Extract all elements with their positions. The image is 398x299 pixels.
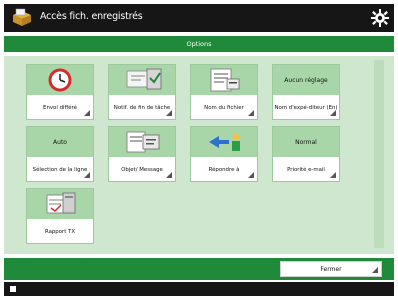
corner-mark-icon: [372, 267, 378, 273]
options-grid: Envoi différé Notif. de fin de tâche Nom…: [16, 56, 376, 254]
more-indicator-icon: [84, 172, 90, 178]
option-job-done-notice[interactable]: Notif. de fin de tâche: [108, 64, 176, 120]
file-box-icon: [13, 8, 31, 26]
option-subject-message[interactable]: Objet/ Message: [108, 126, 176, 182]
option-delayed-send[interactable]: Envoi différé: [26, 64, 94, 120]
title-bar: Accès fich. enregistrés: [4, 4, 394, 32]
notification-icon: [126, 68, 162, 90]
gear-icon[interactable]: [370, 8, 390, 28]
current-value: Aucun réglage: [284, 76, 328, 84]
bottom-bar: Fermer: [4, 258, 394, 280]
option-reply-to[interactable]: Répondre à: [190, 126, 258, 182]
more-indicator-icon: [166, 110, 172, 116]
more-indicator-icon: [166, 172, 172, 178]
options-panel: Envoi différé Notif. de fin de tâche Nom…: [4, 56, 394, 254]
reply-to-icon: [209, 133, 240, 151]
more-indicator-icon: [330, 110, 336, 116]
tile-label: Rapport TX: [44, 228, 76, 235]
current-value: Auto: [53, 138, 67, 146]
subject-message-icon: [126, 131, 160, 153]
close-button-label: Fermer: [320, 266, 342, 273]
screen: Accès fich. enregistrés Options Envoi di…: [0, 0, 398, 299]
current-value: Normal: [295, 138, 317, 146]
status-indicator-icon: [10, 286, 16, 292]
scrollbar[interactable]: [374, 60, 384, 248]
option-tx-report[interactable]: Rapport TX: [26, 188, 94, 244]
option-email-priority[interactable]: Normal Priorité e-mail: [272, 126, 340, 182]
window-title: Accès fich. enregistrés: [40, 11, 143, 22]
more-indicator-icon: [84, 110, 90, 116]
more-indicator-icon: [248, 110, 254, 116]
clock-icon: [48, 68, 72, 92]
close-button[interactable]: Fermer: [280, 261, 382, 277]
more-indicator-icon: [248, 172, 254, 178]
tx-report-icon: [46, 192, 76, 214]
tab-options[interactable]: Options: [4, 36, 394, 52]
option-line-select[interactable]: Auto Sélection de la ligne: [26, 126, 94, 182]
file-name-icon: [210, 68, 240, 92]
more-indicator-icon: [330, 172, 336, 178]
option-sender-name[interactable]: Aucun réglage Nom d'expé-diteur (En): [272, 64, 340, 120]
status-strip: [4, 282, 394, 296]
option-file-name[interactable]: Nom du fichier: [190, 64, 258, 120]
